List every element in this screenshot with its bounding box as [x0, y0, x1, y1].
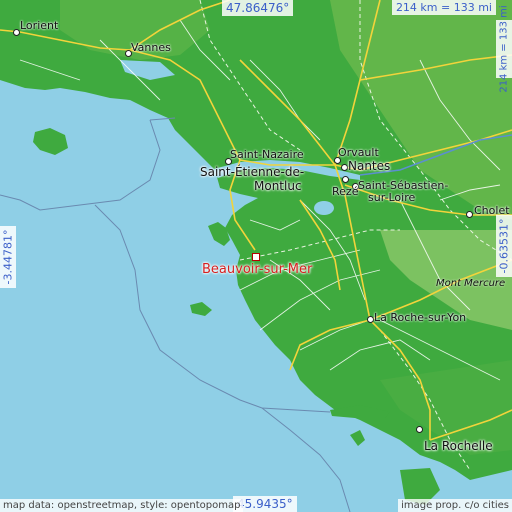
map-view[interactable]: Lorient Vannes Saint-Nazaire Orvault Nan…	[0, 0, 512, 512]
right-longitude: -0.63531°	[496, 215, 512, 277]
highlight-label: Beauvoir-sur-Mer	[202, 262, 313, 277]
place-label-vannes: Vannes	[131, 41, 171, 54]
scale-vertical: 214 km = 133 mi	[496, 5, 512, 93]
cholet-marker	[466, 211, 473, 218]
nantes-marker	[341, 164, 348, 171]
lorient-marker	[13, 29, 20, 36]
la-roche-marker	[367, 316, 374, 323]
place-label-saint-sebastien: Saint-Sébastien-	[358, 179, 449, 192]
right-longitude-text: -0.63531°	[497, 218, 511, 274]
la-rochelle-marker	[416, 426, 423, 433]
place-label-montluc: Montluc	[254, 179, 302, 193]
place-label-mont-mercure: Mont Mercure	[436, 278, 506, 289]
reze-marker	[342, 176, 349, 183]
scale-vertical-text: 214 km = 133 mi	[498, 5, 510, 93]
left-longitude: -3.44781°	[0, 226, 16, 288]
attribution-left[interactable]: map data: openstreetmap, style: opentopo…	[0, 499, 244, 512]
beauvoir-sur-mer-marker[interactable]	[252, 253, 260, 261]
place-label-reze: Rezé	[332, 185, 359, 198]
top-latitude: 47.86476°	[222, 0, 294, 16]
place-label-orvault: Orvault	[338, 146, 379, 159]
scale-horizontal: 214 km = 133 mi	[391, 0, 496, 15]
place-label-la-roche: La Roche-sur-Yon	[374, 311, 467, 324]
place-label-nantes: Nantes	[348, 159, 391, 173]
left-longitude-text: -3.44781°	[1, 229, 15, 285]
place-label-sur-loire: sur-Loire	[368, 191, 416, 204]
attribution-right[interactable]: image prop. c/o cities	[398, 499, 512, 512]
place-label-saint-nazaire: Saint-Nazaire	[230, 148, 304, 161]
place-label-saint-etienne: Saint-Étienne-de-	[200, 165, 305, 179]
place-label-lorient: Lorient	[20, 19, 59, 32]
place-label-la-rochelle: La Rochelle	[424, 439, 493, 453]
